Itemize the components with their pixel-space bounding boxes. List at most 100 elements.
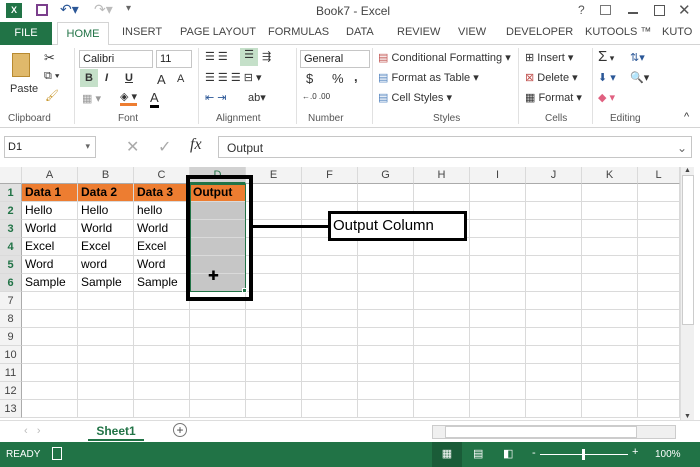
cell-L7[interactable] <box>638 292 680 310</box>
page-layout-view-icon[interactable]: ▤ <box>473 447 483 460</box>
align-top-icon[interactable]: ☰ ☰ <box>205 50 228 63</box>
cell-I12[interactable] <box>470 382 526 400</box>
cell-L3[interactable] <box>638 220 680 238</box>
cell-J8[interactable] <box>526 310 582 328</box>
cell-E12[interactable] <box>246 382 302 400</box>
format-painter-icon[interactable]: 🖌 <box>45 89 59 102</box>
zoom-out-button[interactable]: - <box>532 447 536 459</box>
font-name-select[interactable]: Calibri <box>79 50 153 68</box>
cell-C6[interactable]: Sample <box>134 274 190 292</box>
maximize-icon[interactable] <box>654 5 665 16</box>
cell-A6[interactable]: Sample <box>22 274 78 292</box>
tab-kutools-plus[interactable]: KUTO <box>662 26 692 38</box>
cell-L2[interactable] <box>638 202 680 220</box>
cell-I5[interactable] <box>470 256 526 274</box>
tab-formulas[interactable]: FORMULAS <box>268 26 329 38</box>
cell-D8[interactable] <box>190 310 246 328</box>
cell-I10[interactable] <box>470 346 526 364</box>
fill-icon[interactable]: ⬇ ▾ <box>598 71 616 84</box>
cell-A7[interactable] <box>22 292 78 310</box>
cell-H8[interactable] <box>414 310 470 328</box>
horizontal-scrollbar[interactable] <box>432 425 676 439</box>
cell-K12[interactable] <box>582 382 638 400</box>
close-icon[interactable]: ✕ <box>678 1 691 19</box>
cell-G13[interactable] <box>358 400 414 418</box>
cell-G7[interactable] <box>358 292 414 310</box>
cell-C7[interactable] <box>134 292 190 310</box>
cell-C4[interactable]: Excel <box>134 238 190 256</box>
format-as-table-button[interactable]: ▤ Format as Table ▾ <box>378 71 479 84</box>
orientation-icon[interactable]: ab▾ <box>248 91 266 104</box>
tab-home[interactable]: HOME <box>57 22 109 46</box>
formula-input[interactable]: Output ⌄ <box>218 136 692 158</box>
cell-F7[interactable] <box>302 292 358 310</box>
cell-J5[interactable] <box>526 256 582 274</box>
sort-filter-icon[interactable]: ⇅▾ <box>630 51 645 64</box>
cell-D9[interactable] <box>190 328 246 346</box>
column-header-E[interactable]: E <box>246 167 302 184</box>
cell-E6[interactable] <box>246 274 302 292</box>
name-box[interactable]: D1 ▾ <box>4 136 96 158</box>
cell-F5[interactable] <box>302 256 358 274</box>
cell-K5[interactable] <box>582 256 638 274</box>
cell-A10[interactable] <box>22 346 78 364</box>
cell-J13[interactable] <box>526 400 582 418</box>
cell-K1[interactable] <box>582 184 638 202</box>
cell-K9[interactable] <box>582 328 638 346</box>
cell-G1[interactable] <box>358 184 414 202</box>
cell-J6[interactable] <box>526 274 582 292</box>
cell-A8[interactable] <box>22 310 78 328</box>
row-header-11[interactable]: 11 <box>0 364 22 382</box>
cell-C13[interactable] <box>134 400 190 418</box>
cell-L9[interactable] <box>638 328 680 346</box>
cell-L13[interactable] <box>638 400 680 418</box>
font-size-select[interactable]: 11 <box>156 50 192 68</box>
cell-F10[interactable] <box>302 346 358 364</box>
cell-F6[interactable] <box>302 274 358 292</box>
cell-K10[interactable] <box>582 346 638 364</box>
cell-K3[interactable] <box>582 220 638 238</box>
cell-I8[interactable] <box>470 310 526 328</box>
cell-L6[interactable] <box>638 274 680 292</box>
redo-icon[interactable]: ↷▾ <box>94 1 113 18</box>
column-header-J[interactable]: J <box>526 167 582 184</box>
cell-H9[interactable] <box>414 328 470 346</box>
cell-A5[interactable]: Word <box>22 256 78 274</box>
help-icon[interactable]: ? <box>578 3 585 17</box>
cell-L8[interactable] <box>638 310 680 328</box>
cell-C9[interactable] <box>134 328 190 346</box>
cut-icon[interactable]: ✂ <box>44 50 55 66</box>
cell-G12[interactable] <box>358 382 414 400</box>
row-header-13[interactable]: 13 <box>0 400 22 418</box>
sheet-nav-icons[interactable]: ‹ › <box>24 425 41 437</box>
cell-I4[interactable] <box>470 238 526 256</box>
column-header-L[interactable]: L <box>638 167 680 184</box>
cell-J2[interactable] <box>526 202 582 220</box>
cell-J10[interactable] <box>526 346 582 364</box>
cell-C8[interactable] <box>134 310 190 328</box>
cell-J4[interactable] <box>526 238 582 256</box>
cell-F13[interactable] <box>302 400 358 418</box>
row-header-7[interactable]: 7 <box>0 292 22 310</box>
cell-I7[interactable] <box>470 292 526 310</box>
tab-developer[interactable]: DEVELOPER <box>506 26 573 38</box>
cell-A3[interactable]: World <box>22 220 78 238</box>
row-header-1[interactable]: 1 <box>0 184 22 202</box>
cell-H7[interactable] <box>414 292 470 310</box>
undo-icon[interactable]: ↶▾ <box>60 1 79 18</box>
zoom-in-button[interactable]: + <box>632 446 638 458</box>
cell-A9[interactable] <box>22 328 78 346</box>
column-header-A[interactable]: A <box>22 167 78 184</box>
row-header-10[interactable]: 10 <box>0 346 22 364</box>
cell-L4[interactable] <box>638 238 680 256</box>
font-color-button[interactable]: A <box>150 90 159 108</box>
zoom-slider[interactable] <box>540 449 628 460</box>
tab-view[interactable]: VIEW <box>458 26 486 38</box>
enter-icon[interactable]: ✓ <box>158 137 171 157</box>
row-header-5[interactable]: 5 <box>0 256 22 274</box>
cell-D11[interactable] <box>190 364 246 382</box>
italic-button[interactable]: I <box>105 72 108 84</box>
cell-G6[interactable] <box>358 274 414 292</box>
cell-E10[interactable] <box>246 346 302 364</box>
cancel-icon[interactable]: ✕ <box>126 137 139 157</box>
